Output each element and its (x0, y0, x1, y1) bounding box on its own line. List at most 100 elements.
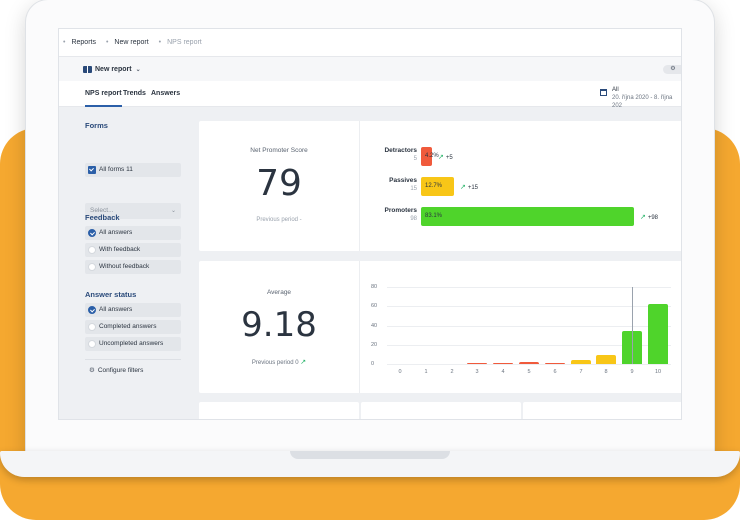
y-tick-label: 40 (371, 323, 378, 329)
nps-row-change-value: +5 (445, 155, 453, 161)
tab-answers[interactable]: Answers (151, 90, 180, 97)
status-option-all[interactable]: All answers (85, 303, 181, 317)
feedback-option-label: With feedback (99, 246, 141, 253)
histogram-bar[interactable] (493, 363, 513, 364)
histogram-bar[interactable] (596, 355, 616, 364)
average-title: Average (266, 289, 292, 296)
histogram-bar[interactable] (467, 363, 487, 364)
nps-row-change-value: +98 (647, 215, 658, 221)
average-card: Average 9.18 Previous period 0 ↗ 80 60 40 2… (199, 261, 681, 393)
configure-filters-button[interactable]: ⚙ Configure filters (89, 366, 143, 374)
trend-up-icon: ↗ (640, 214, 648, 221)
filters-sidebar: Forms All forms 11 Select... ⌄ Feedback … (59, 107, 189, 419)
nps-row-passives: Passives 15 12.7% ↗ +15 (359, 177, 679, 201)
configure-filters-label: Configure filters (97, 367, 144, 374)
trend-up-icon: ↗ (438, 154, 446, 161)
nps-row-count: 15 (410, 186, 417, 192)
chevron-down-icon: ⌄ (170, 208, 176, 214)
calendar-icon[interactable] (600, 89, 607, 96)
radio-icon (88, 263, 96, 271)
settings-button[interactable]: ⚙ (663, 65, 681, 74)
chevron-down-icon: ⌄ (135, 66, 141, 73)
x-tick-label: 10 (654, 369, 662, 375)
x-tick-label: 6 (553, 369, 557, 375)
period-picker[interactable]: All 20. října 2020 - 8. října 202 (612, 86, 681, 110)
breadcrumb-new-report[interactable]: New report (114, 39, 148, 46)
average-value: 9.18 (241, 305, 317, 345)
report-menu-label: New report (95, 65, 132, 73)
feedback-option-without[interactable]: Without feedback (85, 260, 181, 274)
x-tick-label: 1 (424, 369, 428, 375)
nps-row-change-value: +15 (467, 185, 478, 191)
average-previous-period: Previous period 0 ↗ (199, 358, 359, 366)
bottom-card-2 (361, 402, 521, 419)
x-tick-label: 7 (579, 369, 583, 375)
bottom-card-3 (523, 402, 681, 419)
chart-gridline (387, 306, 671, 307)
score-histogram: 80 60 40 20 0 0 1 2 3 4 5 6 7 8 9 10 (359, 261, 681, 393)
status-option-label: All answers (99, 306, 133, 313)
report-bar: New report ⌄ ⚙ (59, 57, 681, 81)
nps-row-label: Detractors (384, 147, 417, 154)
nps-row-percent: 83.1% (425, 213, 443, 219)
tab-trends[interactable]: Trends (123, 90, 146, 97)
y-tick-label: 20 (371, 342, 378, 348)
gear-icon: ⚙ (89, 367, 95, 374)
nps-row-label: Passives (389, 177, 417, 184)
gear-icon: ⚙ (670, 66, 676, 72)
status-option-label: Uncompleted answers (99, 340, 164, 347)
checkbox-checked-icon (88, 166, 96, 174)
nps-value: 79 (256, 163, 302, 204)
nps-card: Net Promoter Score 79 Previous period - … (199, 121, 681, 251)
laptop-notch (290, 451, 450, 459)
x-tick-label: 3 (475, 369, 479, 375)
app-screen: • Reports • New report • NPS report New … (58, 28, 682, 420)
breadcrumb-reports[interactable]: Reports (71, 39, 96, 46)
radio-checked-icon (88, 306, 96, 314)
nps-row-detractors: Detractors 5 4.2% ↗ +5 (359, 147, 679, 171)
y-tick-label: 60 (371, 303, 378, 309)
status-option-completed[interactable]: Completed answers (85, 320, 181, 334)
book-icon (83, 65, 92, 73)
bottom-card-1 (199, 402, 359, 419)
nps-breakdown: Detractors 5 4.2% ↗ +5 Passives 15 12.7% ↗ +15 P… (359, 147, 681, 247)
x-tick-label: 2 (450, 369, 454, 375)
x-tick-label: 0 (398, 369, 402, 375)
all-forms-checkbox[interactable]: All forms 11 (85, 163, 181, 177)
nps-bar (421, 207, 634, 226)
nps-row-change: ↗ +5 (438, 153, 453, 161)
nps-row-change: ↗ +98 (640, 213, 658, 221)
feedback-option-label: Without feedback (99, 263, 150, 270)
average-previous-label: Previous period 0 (251, 360, 299, 366)
radio-icon (88, 246, 96, 254)
histogram-bar[interactable] (545, 363, 565, 364)
tab-nps-report[interactable]: NPS report (85, 90, 122, 107)
y-tick-label: 0 (371, 361, 375, 367)
status-option-uncompleted[interactable]: Uncompleted answers (85, 337, 181, 351)
radio-icon (88, 340, 96, 348)
radio-icon (88, 323, 96, 331)
nps-row-count: 5 (413, 156, 417, 162)
report-menu-button[interactable]: New report ⌄ (83, 65, 141, 73)
histogram-bar[interactable] (571, 360, 591, 364)
chart-gridline (387, 326, 671, 327)
nps-row-count: 98 (410, 216, 417, 222)
nps-row-change: ↗ +15 (460, 183, 478, 191)
feedback-option-with[interactable]: With feedback (85, 243, 181, 257)
trend-up-icon: ↗ (460, 184, 468, 191)
chart-gridline (387, 364, 671, 365)
trend-up-icon: ↗ (300, 359, 307, 366)
feedback-option-all[interactable]: All answers (85, 226, 181, 240)
histogram-bar[interactable] (519, 362, 539, 364)
status-option-label: Completed answers (99, 323, 157, 330)
y-tick-label: 80 (371, 284, 378, 290)
sidebar-divider (85, 359, 181, 360)
status-section-title: Answer status (85, 290, 137, 299)
histogram-bar[interactable] (648, 304, 668, 364)
nps-previous-period: Previous period - (256, 217, 302, 223)
x-tick-label: 4 (501, 369, 505, 375)
x-tick-label: 5 (527, 369, 531, 375)
x-tick-label: 8 (604, 369, 608, 375)
period-label: All (612, 87, 619, 93)
radio-checked-icon (88, 229, 96, 237)
